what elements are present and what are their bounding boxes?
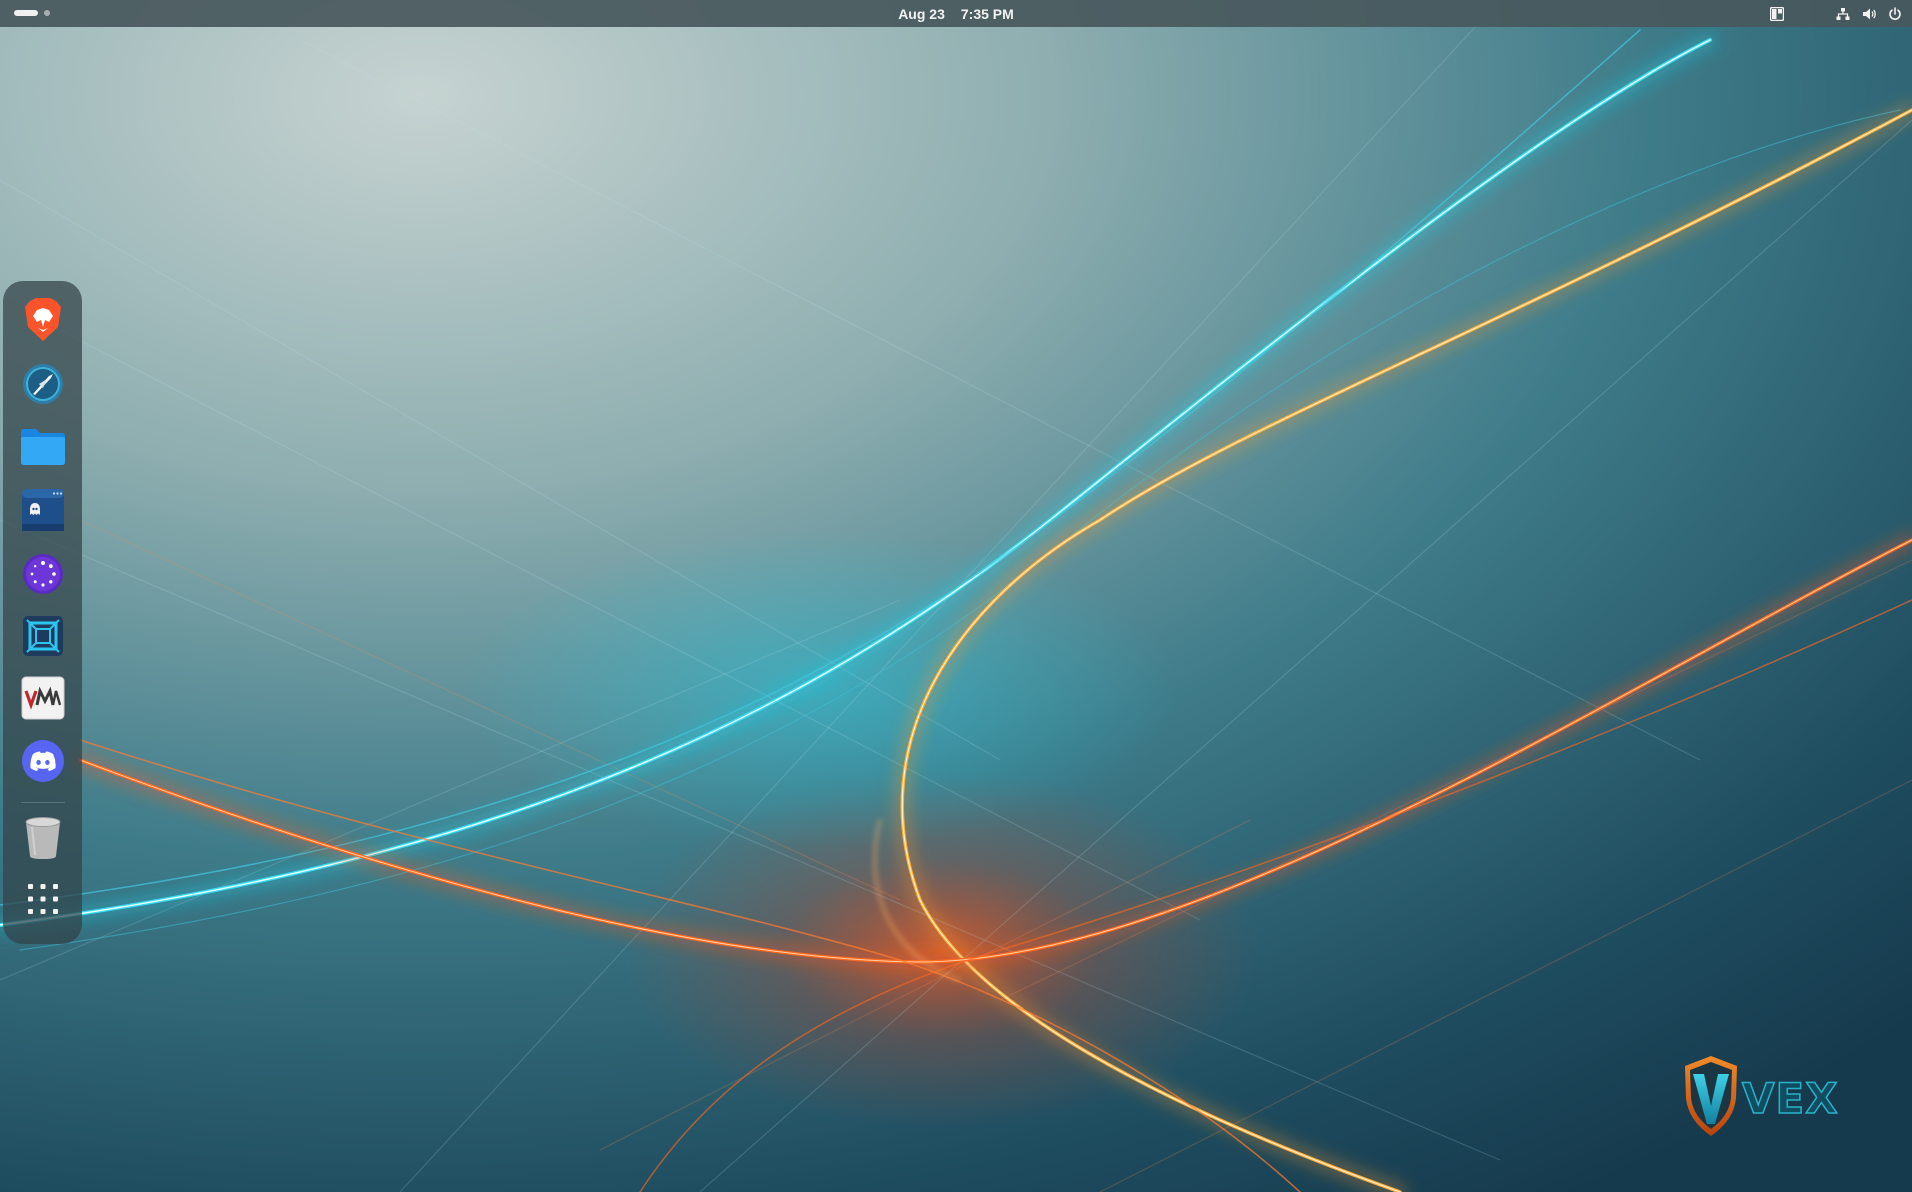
dock-app-virtual-machine[interactable] bbox=[20, 675, 66, 721]
desktop-wallpaper bbox=[0, 0, 1912, 1192]
dock-app-brave[interactable] bbox=[20, 297, 66, 343]
top-bar: Aug 23 7:35 PM bbox=[0, 0, 1912, 27]
network-icon[interactable] bbox=[1834, 5, 1852, 23]
dock-app-terminal[interactable] bbox=[20, 487, 66, 533]
clock-button[interactable]: Aug 23 7:35 PM bbox=[876, 0, 1036, 27]
date-label: Aug 23 bbox=[898, 5, 945, 22]
dock-app-files[interactable] bbox=[20, 424, 66, 470]
circle-dots-icon bbox=[23, 554, 63, 594]
workspace-indicator[interactable] bbox=[14, 10, 50, 16]
dock-separator bbox=[21, 802, 65, 803]
time-label: 7:35 PM bbox=[960, 5, 1014, 22]
trash-icon bbox=[25, 817, 61, 859]
ghost-window-icon bbox=[22, 489, 64, 531]
brave-lion-icon bbox=[25, 298, 61, 341]
dock-app-loader[interactable] bbox=[20, 551, 66, 597]
layout-icon[interactable] bbox=[1768, 5, 1786, 23]
workspace-1-indicator[interactable] bbox=[14, 10, 38, 16]
discord-icon bbox=[22, 740, 64, 782]
volume-icon[interactable] bbox=[1860, 5, 1878, 23]
dock-trash[interactable] bbox=[20, 815, 66, 861]
system-tray bbox=[1760, 0, 1904, 27]
vex-logo-text: VEX bbox=[1742, 1074, 1839, 1123]
dock-app-discord[interactable] bbox=[20, 738, 66, 784]
compass-icon bbox=[23, 364, 63, 404]
power-icon[interactable] bbox=[1886, 5, 1904, 23]
vm-icon bbox=[21, 676, 65, 720]
dock-app-window-tool[interactable] bbox=[20, 613, 66, 659]
dock-app-browser[interactable] bbox=[20, 361, 66, 407]
dock bbox=[3, 281, 82, 944]
workspace-2-indicator[interactable] bbox=[44, 10, 50, 16]
folder-icon bbox=[21, 429, 65, 465]
vex-logo: VEX bbox=[1682, 1054, 1862, 1138]
app-grid-icon bbox=[28, 884, 58, 914]
dock-show-apps[interactable] bbox=[20, 876, 66, 922]
frame-icon bbox=[23, 616, 63, 656]
